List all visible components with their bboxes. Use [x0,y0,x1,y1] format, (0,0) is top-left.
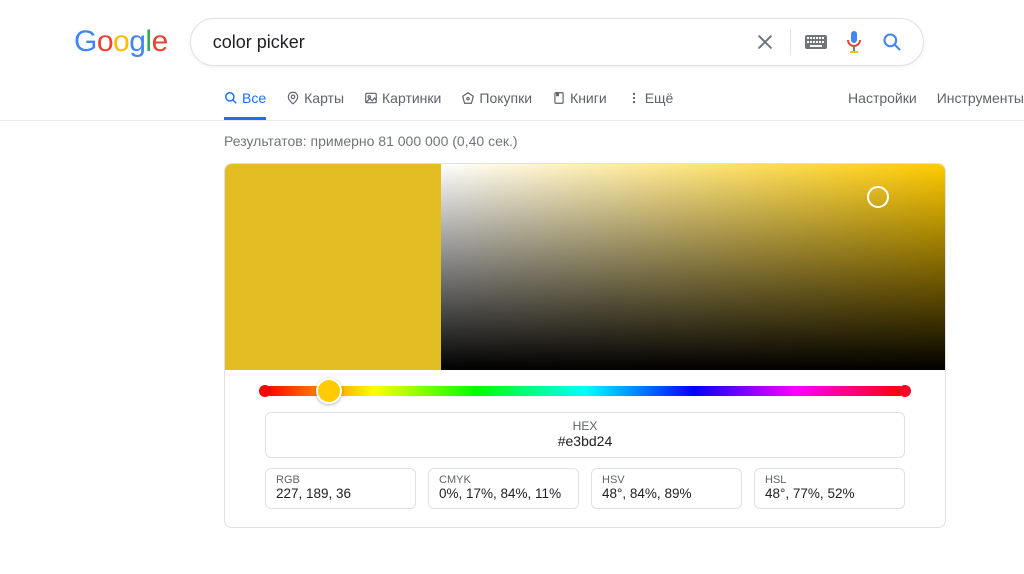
tab-more[interactable]: Ещё [627,78,674,120]
tabs-bar: Все Карты Картинки Покупки Книги Ещё [0,78,1024,121]
tab-images[interactable]: Картинки [364,78,441,120]
color-swatch [225,164,441,370]
hue-row [225,370,945,412]
google-logo[interactable]: Google [74,25,168,59]
search-input[interactable] [211,31,746,54]
swatch-row [225,164,945,370]
rgb-box[interactable]: RGB 227, 189, 36 [265,468,416,509]
page: Google Все К [0,0,1024,574]
search-divider [790,29,791,55]
tab-label: Покупки [479,90,532,106]
cmyk-value: 0%, 17%, 84%, 11% [439,486,568,501]
hsl-box[interactable]: HSL 48°, 77%, 52% [754,468,905,509]
tab-label: Книги [570,90,607,106]
keyboard-icon[interactable] [797,23,835,61]
sv-cursor[interactable] [867,186,889,208]
tab-tools[interactable]: Инструменты [937,78,1024,120]
tab-maps[interactable]: Карты [286,78,344,120]
hex-row: HEX #e3bd24 [225,412,945,468]
top-bar: Google [0,0,1024,78]
values-row: RGB 227, 189, 36 CMYK 0%, 17%, 84%, 11% … [225,468,945,527]
hsv-label: HSV [602,474,731,486]
hsv-value: 48°, 84%, 89% [602,486,731,501]
tab-label: Карты [304,90,344,106]
hue-slider[interactable] [265,386,905,396]
hsl-label: HSL [765,474,894,486]
cmyk-label: CMYK [439,474,568,486]
cmyk-box[interactable]: CMYK 0%, 17%, 84%, 11% [428,468,579,509]
hex-label: HEX [266,419,904,433]
mic-icon[interactable] [835,23,873,61]
rgb-label: RGB [276,474,405,486]
hex-box[interactable]: HEX #e3bd24 [265,412,905,458]
tab-label: Настройки [848,90,917,106]
hsl-value: 48°, 77%, 52% [765,486,894,501]
hsv-box[interactable]: HSV 48°, 84%, 89% [591,468,742,509]
result-count: Результатов: примерно 81 000 000 (0,40 с… [224,133,951,149]
tab-label: Все [242,90,266,106]
tab-label: Картинки [382,90,441,106]
content-area: Результатов: примерно 81 000 000 (0,40 с… [0,121,951,528]
tab-shopping[interactable]: Покупки [461,78,532,120]
search-icon[interactable] [873,23,911,61]
hex-value: #e3bd24 [266,433,904,449]
search-box [190,18,924,66]
saturation-value-area[interactable] [441,164,945,370]
tab-books[interactable]: Книги [552,78,607,120]
color-picker-card: HEX #e3bd24 RGB 227, 189, 36 CMYK 0%, 17… [224,163,946,528]
tab-label: Ещё [645,90,674,106]
clear-icon[interactable] [746,23,784,61]
tab-settings[interactable]: Настройки [848,78,917,120]
rgb-value: 227, 189, 36 [276,486,405,501]
tab-all[interactable]: Все [224,78,266,120]
tab-label: Инструменты [937,90,1024,106]
hue-thumb[interactable] [316,378,342,404]
